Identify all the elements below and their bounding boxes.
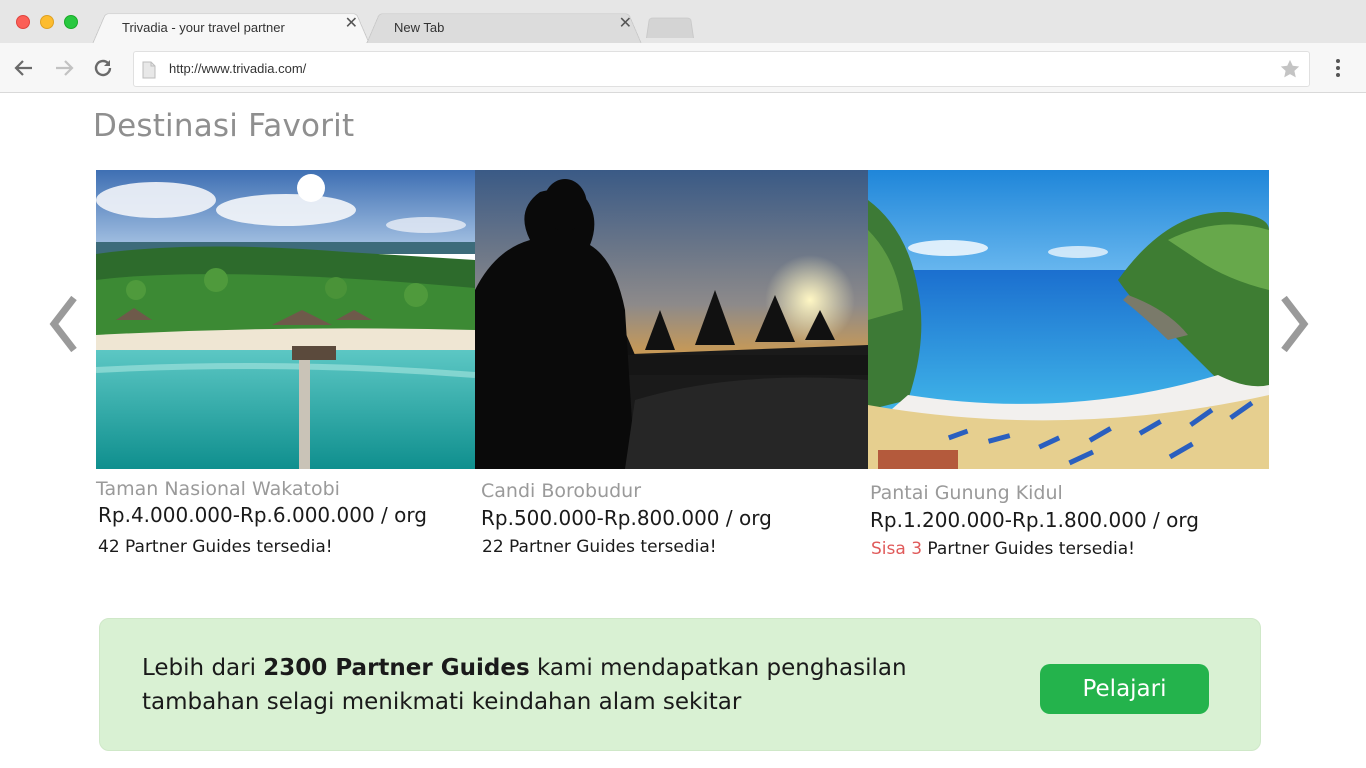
forward-arrow-icon[interactable] [52, 56, 76, 80]
window-maximize-button[interactable] [64, 15, 78, 29]
destination-price: Rp.500.000-Rp.800.000 / org [481, 506, 772, 530]
destination-price: Rp.4.000.000-Rp.6.000.000 / org [98, 503, 427, 527]
banner-text: Lebih dari 2300 Partner Guides kami mend… [142, 651, 922, 719]
guides-text: Partner Guides tersedia! [927, 539, 1135, 559]
guides-text: 42 Partner Guides tersedia! [98, 537, 333, 557]
learn-more-button[interactable]: Pelajari [1040, 664, 1209, 714]
back-arrow-icon[interactable] [12, 56, 36, 80]
browser-toolbar: http://www.trivadia.com/ [0, 43, 1366, 93]
destination-guides: 22 Partner Guides tersedia! [482, 537, 717, 557]
star-icon[interactable] [1279, 58, 1301, 80]
destination-image-wakatobi[interactable] [96, 170, 475, 469]
tab-title: Trivadia - your travel partner [122, 20, 285, 35]
page-icon [142, 61, 156, 79]
url-text[interactable]: http://www.trivadia.com/ [169, 61, 306, 76]
guides-text: 22 Partner Guides tersedia! [482, 537, 717, 557]
reload-icon[interactable] [91, 56, 115, 80]
tab-title: New Tab [394, 20, 445, 35]
tab-close-icon[interactable]: ✕ [619, 16, 632, 32]
browser-tab-bar: Trivadia - your travel partner ✕ New Tab… [0, 0, 1366, 44]
destination-image-borobudur[interactable] [475, 170, 868, 469]
tab-new-tab[interactable]: New Tab ✕ [366, 9, 642, 44]
tab-trivadia[interactable]: Trivadia - your travel partner ✕ [92, 9, 370, 44]
chevron-left-icon[interactable] [46, 294, 78, 354]
destination-name[interactable]: Pantai Gunung Kidul [870, 482, 1063, 504]
window-close-button[interactable] [16, 15, 30, 29]
page-title: Destinasi Favorit [93, 108, 355, 144]
destination-guides: Sisa 3 Partner Guides tersedia! [871, 539, 1135, 559]
banner-highlight: 2300 Partner Guides [263, 655, 530, 681]
destination-name[interactable]: Candi Borobudur [481, 480, 641, 502]
destination-name[interactable]: Taman Nasional Wakatobi [96, 478, 340, 500]
new-tab-button[interactable] [646, 14, 694, 38]
chevron-right-icon[interactable] [1280, 294, 1312, 354]
destination-price: Rp.1.200.000-Rp.1.800.000 / org [870, 508, 1199, 532]
tab-close-icon[interactable]: ✕ [345, 16, 358, 32]
address-bar[interactable]: http://www.trivadia.com/ [133, 51, 1310, 87]
destination-image-gunung-kidul[interactable] [868, 170, 1269, 469]
destination-guides: 42 Partner Guides tersedia! [98, 537, 333, 557]
guides-alert: Sisa 3 [871, 539, 923, 559]
partner-banner: Lebih dari 2300 Partner Guides kami mend… [99, 618, 1261, 751]
window-minimize-button[interactable] [40, 15, 54, 29]
menu-dots-icon[interactable] [1328, 56, 1348, 80]
banner-prefix: Lebih dari [142, 655, 256, 681]
